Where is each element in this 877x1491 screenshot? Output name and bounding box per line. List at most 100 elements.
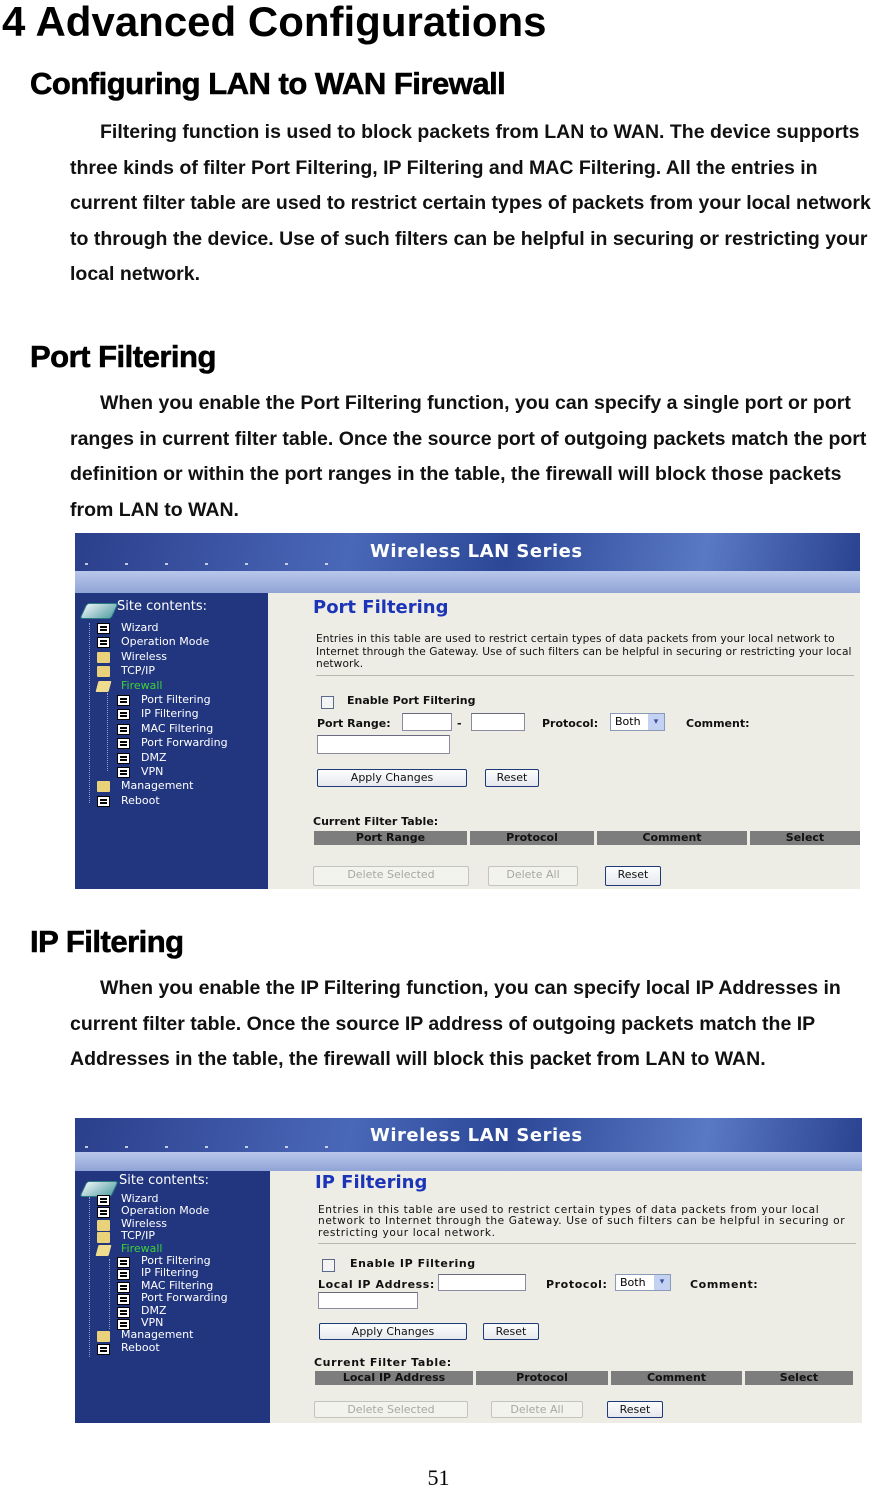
sidebar-item-firewall[interactable]: Firewall [75,679,268,693]
column-header-comment: Comment [597,831,747,845]
sidebar-item-port-forwarding[interactable]: Port Forwarding [75,1291,268,1306]
delete-selected-button[interactable]: Delete Selected [314,1401,468,1418]
banner-title: Wireless LAN Series [370,1125,583,1146]
banner-decoration [85,563,365,565]
doc-icon [97,1195,110,1206]
filter-table-title: Current Filter Table: [313,815,439,828]
sidebar-item-management[interactable]: Management [75,779,268,793]
page-description: Entries in this table are used to restri… [316,633,852,671]
sidebar-item-vpn[interactable]: VPN [75,765,268,779]
port-range-from-input[interactable] [402,713,452,731]
doc-icon [117,1306,130,1318]
column-header-local-ip-address: Local IP Address [315,1371,473,1385]
doc-icon [97,1207,110,1219]
protocol-select[interactable]: Both ▾ [610,713,665,731]
site-contents-title: Site contents: [117,599,208,614]
protocol-label: Protocol: [546,1278,608,1291]
ip-filtering-heading: IP Filtering [30,924,185,960]
folder-icon [97,1219,110,1231]
sidebar-item-ip-filtering[interactable]: IP Filtering [75,707,268,721]
chapter-title: 4 Advanced Configurations [2,0,547,45]
sidebar-item-label: Management [121,779,194,793]
sidebar-item-operation-mode[interactable]: Operation Mode [75,1204,268,1219]
doc-icon [117,738,130,750]
sidebar-item-label: MAC Filtering [141,721,214,735]
doc-icon [97,795,110,807]
banner-decoration [85,1146,365,1148]
content-panel: Port Filtering Entries in this table are… [268,593,860,889]
ip-filtering-screenshot: Wireless LAN Series Site contents: Wizar… [75,1118,862,1423]
sidebar-item-port-forwarding[interactable]: Port Forwarding [75,736,268,750]
local-ip-address-label: Local IP Address: [318,1278,435,1291]
column-header-select: Select [750,831,860,845]
column-header-port-range: Port Range [314,831,467,845]
sidebar-item-reboot[interactable]: Reboot [75,1341,268,1355]
sidebar-item-label: TCP/IP [121,1229,155,1243]
sidebar-item-label: Reboot [121,793,160,807]
sidebar-item-label: DMZ [141,750,167,764]
divider [318,1243,856,1244]
enable-ip-filtering-checkbox[interactable] [322,1259,335,1272]
chevron-down-icon[interactable]: ▾ [654,1275,670,1290]
comment-input[interactable] [317,735,450,754]
reset-button[interactable]: Reset [485,769,539,787]
sidebar-item-reboot[interactable]: Reboot [75,794,268,808]
sidebar-item-mac-filtering[interactable]: MAC Filtering [75,722,268,736]
sidebar-item-port-filtering[interactable]: Port Filtering [75,693,268,707]
site-tree: Wizard Operation Mode Wireless TCP/IP Firewa… [75,1192,268,1355]
sidebar-item-label: Wizard [121,621,159,634]
sidebar-item-label: Port Filtering [141,692,211,706]
enable-port-filtering-checkbox[interactable] [321,696,334,709]
folder-open-icon [95,680,112,692]
doc-icon [117,1256,130,1268]
sidebar-item-operation-mode[interactable]: Operation Mode [75,635,268,649]
delete-all-button[interactable]: Delete All [491,1401,583,1418]
local-ip-address-input[interactable] [438,1274,526,1291]
table-reset-button[interactable]: Reset [605,866,661,886]
protocol-selected-value: Both [620,1276,646,1289]
sidebar-item-management[interactable]: Management [75,1328,268,1343]
sidebar-item-label: IP Filtering [141,707,199,721]
sidebar-item-wizard[interactable]: Wizard [75,621,268,635]
apply-changes-button[interactable]: Apply Changes [317,769,467,787]
site-contents-title: Site contents: [119,1173,210,1188]
protocol-select[interactable]: Both ▾ [615,1274,671,1291]
doc-icon [117,1281,130,1293]
sidebar-item-wireless[interactable]: Wireless [75,1217,268,1231]
protocol-label: Protocol: [542,717,599,730]
sidebar-item-tcp-ip[interactable]: TCP/IP [75,664,268,678]
sidebar-item-label: VPN [141,764,164,778]
doc-icon [117,723,130,735]
column-header-protocol: Protocol [470,831,594,845]
column-header-select: Select [745,1371,853,1385]
port-range-to-input[interactable] [471,713,525,731]
sidebar-item-wireless[interactable]: Wireless [75,650,268,664]
enable-ip-filtering-label: Enable IP Filtering [350,1257,476,1270]
delete-all-button[interactable]: Delete All [488,866,578,886]
port-filtering-screenshot: Wireless LAN Series Site contents: Wizar… [75,533,860,889]
divider [316,675,854,676]
column-header-protocol: Protocol [476,1371,608,1385]
sidebar-item-label: Operation Mode [121,635,210,649]
reset-button[interactable]: Reset [483,1323,539,1340]
comment-input[interactable] [318,1292,418,1309]
sidebar-item-tcp-ip[interactable]: TCP/IP [75,1229,268,1244]
doc-icon [117,1294,130,1306]
doc-icon [117,709,130,721]
sidebar-item-dmz[interactable]: DMZ [75,1304,268,1318]
banner-band [75,1152,862,1171]
banner: Wireless LAN Series [75,533,860,571]
port-filtering-heading: Port Filtering [30,339,217,375]
page-number: 51 [427,1465,450,1490]
sidebar-item-label: Port Forwarding [141,1291,228,1305]
table-reset-button[interactable]: Reset [607,1401,663,1418]
apply-changes-button[interactable]: Apply Changes [319,1323,467,1340]
sidebar-item-dmz[interactable]: DMZ [75,751,268,765]
router-icon [79,603,119,619]
comment-label: Comment: [690,1278,759,1291]
folder-icon [97,1331,110,1343]
sidebar-item-ip-filtering[interactable]: IP Filtering [75,1266,268,1281]
delete-selected-button[interactable]: Delete Selected [313,866,469,886]
folder-icon [97,781,110,793]
chevron-down-icon[interactable]: ▾ [648,714,664,730]
